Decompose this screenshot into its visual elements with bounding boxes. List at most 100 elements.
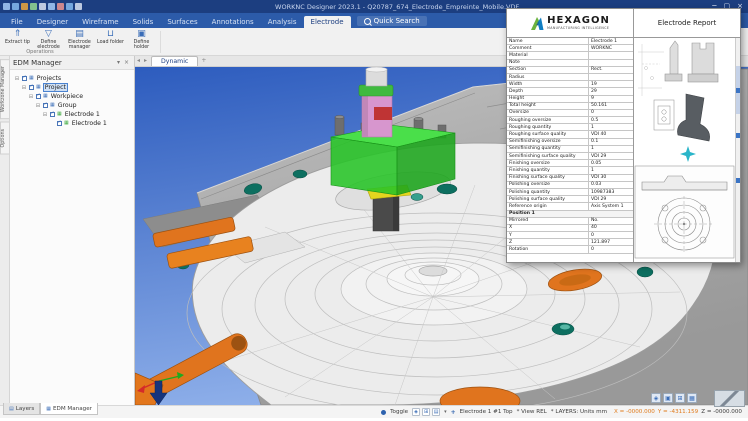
view-list-icon[interactable]: ▤	[432, 408, 440, 416]
edm-manager-icon: ▦	[46, 406, 51, 412]
report-scrollbar[interactable]	[735, 38, 740, 262]
report-row-value: VDI 29	[589, 153, 633, 159]
electrode-manager-icon: ▤	[75, 29, 84, 39]
panel-close-icon[interactable]: ×	[122, 59, 131, 66]
panel-tab-label: EDM Manager	[53, 406, 92, 412]
save-icon[interactable]	[21, 3, 28, 10]
tab-analysis[interactable]: Analysis	[261, 16, 304, 28]
tree-expander-icon[interactable]: ⊟	[14, 76, 20, 82]
grid-snap-icon[interactable]: ⊞	[422, 408, 430, 416]
define-electrode-icon: ▽	[45, 29, 52, 39]
define-holder-button[interactable]: ▣Define holder	[126, 28, 157, 50]
tree-expander-icon[interactable]: ⊟	[42, 112, 48, 118]
extract-tip-button[interactable]: ⇑Extract tip	[2, 28, 33, 50]
undo-icon[interactable]	[48, 3, 55, 10]
report-row-value: 0.05	[589, 160, 633, 166]
tree-checkbox[interactable]: ✓	[22, 76, 27, 81]
tree-checkbox[interactable]: ✓	[29, 85, 34, 90]
help-icon[interactable]	[75, 3, 82, 10]
report-row: Reference originAxis System 1	[507, 203, 633, 210]
tree-expander-icon[interactable]: ⊟	[21, 85, 27, 91]
tab-quick-search[interactable]: Quick Search	[357, 16, 427, 26]
tree-item-workpiece[interactable]: ⊟✓▦Workpiece	[12, 92, 132, 101]
tree-item-projects[interactable]: ⊟✓▦Projects	[12, 74, 132, 83]
hexagon-logo-icon	[530, 16, 544, 31]
selection-filter-icon[interactable]: ◈	[412, 408, 420, 416]
report-row-value: 10987383	[589, 189, 633, 195]
report-row-value: Rect.	[589, 67, 633, 73]
side-tab-options[interactable]: Options	[0, 122, 9, 155]
tree-item-label: Projects	[36, 75, 62, 82]
tab-electrode[interactable]: Electrode	[304, 16, 351, 28]
report-row: Radius	[507, 74, 633, 81]
edm-panel-header: EDM Manager ▾ ×	[10, 56, 134, 70]
viewport-tab-dynamic[interactable]: Dynamic	[151, 56, 198, 66]
tree-checkbox[interactable]: ✓	[43, 103, 48, 108]
report-row: CommentWORKNC	[507, 45, 633, 52]
electrode-manager-button[interactable]: ▤Electrode manager	[64, 28, 95, 50]
check-mark-icon: ✓	[51, 112, 55, 117]
tree-item-project[interactable]: ⊟✓▦Project	[12, 83, 132, 92]
rotate-icon[interactable]: ▣	[663, 393, 673, 403]
report-row-value: Electrode 1	[589, 38, 633, 44]
tab-designer[interactable]: Designer	[30, 16, 75, 28]
load-folder-button[interactable]: ⊔Load folder	[95, 28, 126, 50]
report-row-label: Material	[507, 52, 589, 58]
report-section-header: Position 1	[507, 211, 633, 218]
tab-solids[interactable]: Solids	[126, 16, 161, 28]
fit-view-icon[interactable]: ▦	[687, 393, 697, 403]
redo-icon[interactable]	[57, 3, 64, 10]
define-electrode-button[interactable]: ▽Define electrode	[33, 28, 64, 50]
report-row: Polishing quantity10987383	[507, 189, 633, 196]
ribbon-tab-label: Electrode	[311, 18, 344, 26]
open-icon[interactable]	[12, 3, 19, 10]
report-row-label: Depth	[507, 88, 589, 94]
tree-item-electrode-1[interactable]: ⊟✓▦Electrode 1	[12, 110, 132, 119]
tree-expander-icon[interactable]: ⊟	[35, 103, 41, 109]
define-holder-icon: ▣	[137, 29, 146, 39]
active-view-label[interactable]: Electrode 1 #1 Top	[460, 409, 513, 415]
report-row-value: 1	[589, 146, 633, 152]
new-document-icon[interactable]	[3, 3, 10, 10]
ribbon-separator	[160, 31, 161, 53]
report-row-value: 0	[589, 110, 633, 116]
tab-wireframe[interactable]: Wireframe	[75, 16, 126, 28]
coordinate-x: X = -0000.000	[614, 409, 655, 415]
ribbon-tab-label: File	[11, 18, 23, 26]
tree-item-electrode-1[interactable]: ✓▦Electrode 1	[12, 119, 132, 128]
report-row-value: 9	[589, 96, 633, 102]
tree-expander-icon[interactable]: ⊟	[28, 94, 34, 100]
tab-file[interactable]: File	[4, 16, 30, 28]
toggle-indicator-icon[interactable]	[381, 410, 386, 415]
sketch-tool-icon[interactable]	[714, 390, 745, 407]
side-tab-workzone-manager[interactable]: Workzone Manager	[0, 59, 9, 119]
status-dropdown-caret[interactable]: ▾	[444, 409, 447, 415]
save-all-icon[interactable]	[30, 3, 37, 10]
tree-checkbox[interactable]: ✓	[36, 94, 41, 99]
tab-annotations[interactable]: Annotations	[205, 16, 261, 28]
panel-tab-layers[interactable]: ▤Layers	[3, 403, 40, 415]
settings-icon[interactable]	[66, 3, 73, 10]
layers-icon: ▤	[9, 406, 14, 412]
new-viewport-tab-button[interactable]: +	[198, 56, 209, 66]
report-row-label: Reference origin	[507, 203, 589, 209]
panel-tab-edm-manager[interactable]: ▦EDM Manager	[40, 403, 98, 415]
tree-checkbox[interactable]: ✓	[50, 112, 55, 117]
tree-checkbox[interactable]: ✓	[57, 121, 62, 126]
tab-surfaces[interactable]: Surfaces	[160, 16, 204, 28]
report-row-label: Z	[507, 239, 589, 245]
pan-icon[interactable]: ◈	[651, 393, 661, 403]
toggle-label[interactable]: Toggle	[390, 409, 408, 415]
panel-pin-icon[interactable]: ▾	[115, 59, 122, 66]
tab-scroll-right-icon[interactable]: ▸	[142, 56, 149, 66]
report-row: Polishing oversize0.03	[507, 182, 633, 189]
tree-item-group[interactable]: ⊟✓▦Group	[12, 101, 132, 110]
electrode-icon: ▦	[57, 112, 62, 117]
print-icon[interactable]	[39, 3, 46, 10]
quick-access-toolbar	[0, 3, 82, 10]
report-row: Oversize0	[507, 110, 633, 117]
worknc-application-window: WORKNC Designer 2023.1 - Q20787_674_Elec…	[0, 0, 748, 421]
tab-scroll-left-icon[interactable]: ◂	[135, 56, 142, 66]
zoom-window-icon[interactable]: ⊞	[675, 393, 685, 403]
report-row: Note	[507, 60, 633, 67]
